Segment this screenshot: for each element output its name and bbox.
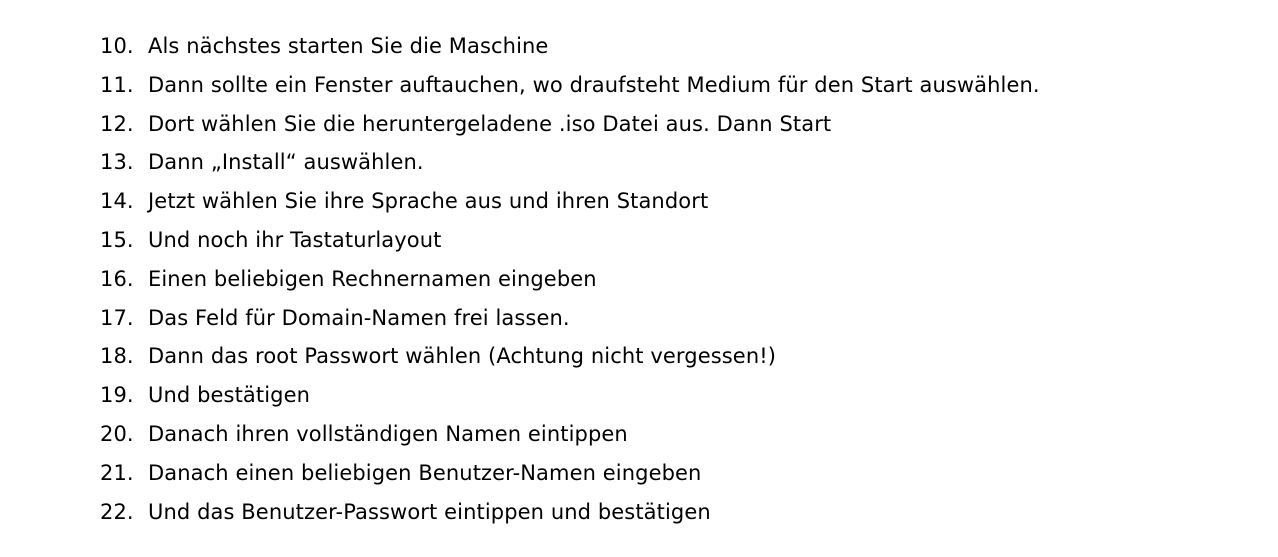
list-item: 20. Danach ihren vollständigen Namen ein…: [0, 415, 1278, 454]
list-item-text: Danach einen beliebigen Benutzer-Namen e…: [148, 460, 702, 485]
list-item-number: 22.: [100, 499, 134, 524]
list-item-number: 15.: [100, 227, 134, 252]
list-item-text: Und bestätigen: [148, 383, 311, 408]
list-item-text: Dann „Install“ auswählen.: [148, 150, 424, 175]
list-item: 19. Und bestätigen: [0, 376, 1278, 415]
list-item-text: Und noch ihr Tastaturlayout: [148, 227, 442, 252]
list-item-text: Danach ihren vollständigen Namen eintipp…: [148, 421, 628, 446]
list-item-number: 11.: [100, 72, 134, 97]
document-body: 10. Als nächstes starten Sie die Maschin…: [0, 27, 1278, 531]
list-item: 12. Dort wählen Sie die heruntergeladene…: [0, 105, 1278, 144]
list-item: 21. Danach einen beliebigen Benutzer-Nam…: [0, 454, 1278, 493]
list-item-number: 14.: [100, 189, 134, 214]
list-item: 13. Dann „Install“ auswählen.: [0, 143, 1278, 182]
list-item-number: 21.: [100, 460, 134, 485]
list-item-number: 17.: [100, 305, 134, 330]
list-item: 15. Und noch ihr Tastaturlayout: [0, 221, 1278, 260]
list-item-number: 12.: [100, 111, 134, 136]
list-item-text: Einen beliebigen Rechnernamen eingeben: [148, 266, 597, 291]
list-item: 17. Das Feld für Domain-Namen frei lasse…: [0, 299, 1278, 338]
list-item-text: Dort wählen Sie die heruntergeladene .is…: [148, 111, 832, 136]
list-item-number: 13.: [100, 150, 134, 175]
list-item: 14. Jetzt wählen Sie ihre Sprache aus un…: [0, 182, 1278, 221]
list-item: 18. Dann das root Passwort wählen (Achtu…: [0, 337, 1278, 376]
list-item-text: Dann sollte ein Fenster auftauchen, wo d…: [148, 72, 1040, 97]
list-item: 16. Einen beliebigen Rechnernamen eingeb…: [0, 260, 1278, 299]
list-item-number: 20.: [100, 421, 134, 446]
list-item: 22. Und das Benutzer-Passwort eintippen …: [0, 493, 1278, 532]
list-item-text: Jetzt wählen Sie ihre Sprache aus und ih…: [148, 189, 709, 214]
list-item-text: Und das Benutzer-Passwort eintippen und …: [148, 499, 711, 524]
numbered-list: 10. Als nächstes starten Sie die Maschin…: [0, 27, 1278, 531]
list-item-number: 10.: [100, 34, 134, 58]
list-item: 10. Als nächstes starten Sie die Maschin…: [0, 27, 1278, 66]
list-item-text: Das Feld für Domain-Namen frei lassen.: [148, 305, 570, 330]
list-item-number: 18.: [100, 344, 134, 369]
list-item-number: 19.: [100, 383, 134, 408]
list-item-text: Als nächstes starten Sie die Maschine: [148, 34, 549, 58]
list-item-text: Dann das root Passwort wählen (Achtung n…: [148, 344, 777, 369]
list-item-number: 16.: [100, 266, 134, 291]
list-item: 11. Dann sollte ein Fenster auftauchen, …: [0, 66, 1278, 105]
